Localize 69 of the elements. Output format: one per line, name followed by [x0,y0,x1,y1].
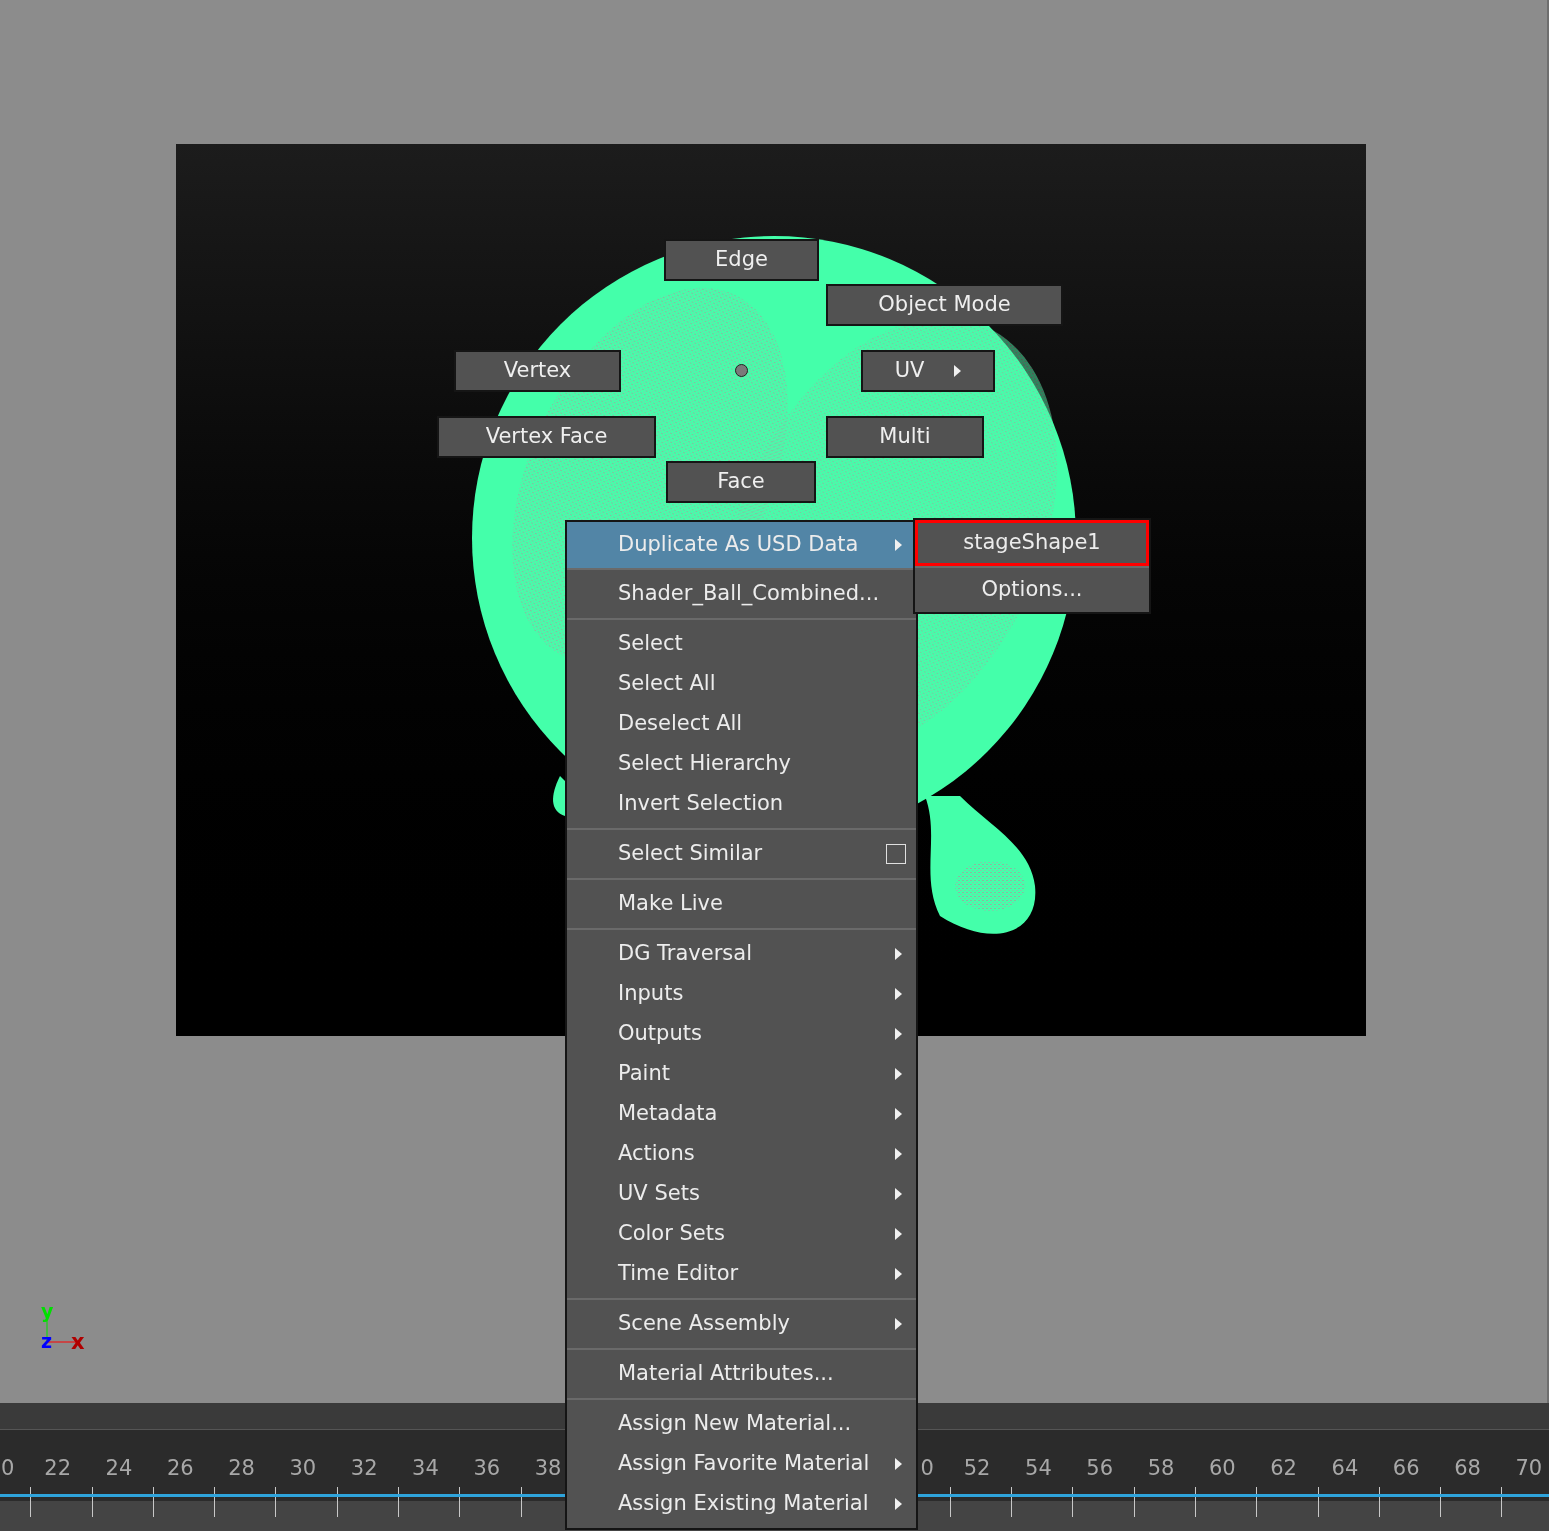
menu-item[interactable]: Time Editor [567,1254,916,1294]
frame-number: 60 [1208,1458,1236,1479]
frame-number: 0 [1,1458,15,1479]
caret-icon [895,988,902,1000]
frame-number: 22 [44,1458,72,1479]
frame-number: 34 [412,1458,439,1479]
frame-number: 54 [1025,1458,1052,1479]
menu-item[interactable]: Invert Selection [567,784,916,824]
menu-item[interactable]: Assign Existing Material [567,1484,916,1524]
menu-item[interactable]: Duplicate As USD Data [567,522,916,568]
caret-icon [895,539,902,551]
frame-number: 0 [920,1458,934,1479]
marking-menu-item[interactable]: Multi [826,416,984,458]
caret-icon [895,1268,902,1280]
menu-item[interactable]: Shader_Ball_Combined... [567,574,916,614]
frame-number: 38 [534,1458,562,1479]
caret-icon [954,365,962,377]
menu-item[interactable]: Assign New Material... [567,1404,916,1444]
marking-menu-item[interactable]: Edge [664,239,819,281]
marking-menu-item[interactable]: Face [666,461,816,503]
frame-number: 70 [1515,1458,1543,1479]
option-box[interactable] [886,844,906,864]
frame-number: 66 [1392,1458,1420,1479]
marking-menu-item[interactable]: Object Mode [826,284,1063,326]
menu-item[interactable]: Make Live [567,884,916,924]
menu-item[interactable]: Material Attributes... [567,1354,916,1394]
frame-number: 56 [1086,1458,1114,1479]
caret-icon [895,1458,902,1470]
menu-item[interactable]: Paint [567,1054,916,1094]
axis-indicator-drawing: y z x [40,1302,86,1354]
caret-icon [895,1148,902,1160]
menu-item[interactable]: Deselect All [567,704,916,744]
marking-menu-item[interactable]: Vertex Face [437,416,656,458]
caret-icon [895,948,902,960]
menu-item[interactable]: stageShape1 [915,520,1149,566]
caret-icon [895,1318,902,1330]
frame-number: 58 [1147,1458,1175,1479]
frame-number: 62 [1270,1458,1297,1479]
menu-item[interactable]: Scene Assembly [567,1304,916,1344]
menu-item[interactable]: Actions [567,1134,916,1174]
caret-icon [895,1228,902,1240]
menu-item[interactable]: Inputs [567,974,916,1014]
frame-number: 24 [105,1458,133,1479]
caret-icon [895,1028,902,1040]
menu-item[interactable]: Outputs [567,1014,916,1054]
menu-item[interactable]: Assign Favorite Material [567,1444,916,1484]
frame-number: 30 [289,1458,317,1479]
menu-item[interactable]: Select Hierarchy [567,744,916,784]
menu-item[interactable]: DG Traversal [567,934,916,974]
menu-item[interactable]: UV Sets [567,1174,916,1214]
frame-number: 64 [1331,1458,1359,1479]
caret-icon [895,1498,902,1510]
frame-number: 32 [350,1458,378,1479]
menu-item[interactable]: Color Sets [567,1214,916,1254]
menu-item[interactable]: Options... [915,566,1149,612]
frame-number: 52 [963,1458,991,1479]
caret-icon [895,1188,902,1200]
menu-item[interactable]: Select [567,624,916,664]
frame-number: 68 [1454,1458,1481,1479]
menu-item[interactable]: Select All [567,664,916,704]
caret-icon [895,1068,902,1080]
marking-menu-item[interactable]: UV [861,350,995,392]
marking-menu-item[interactable]: Vertex [454,350,621,392]
frame-number: 28 [228,1458,255,1479]
menu-item[interactable]: Select Similar [567,834,916,874]
caret-icon [895,1108,902,1120]
frame-number: 26 [166,1458,194,1479]
menu-item[interactable]: Metadata [567,1094,916,1134]
frame-number: 36 [473,1458,501,1479]
